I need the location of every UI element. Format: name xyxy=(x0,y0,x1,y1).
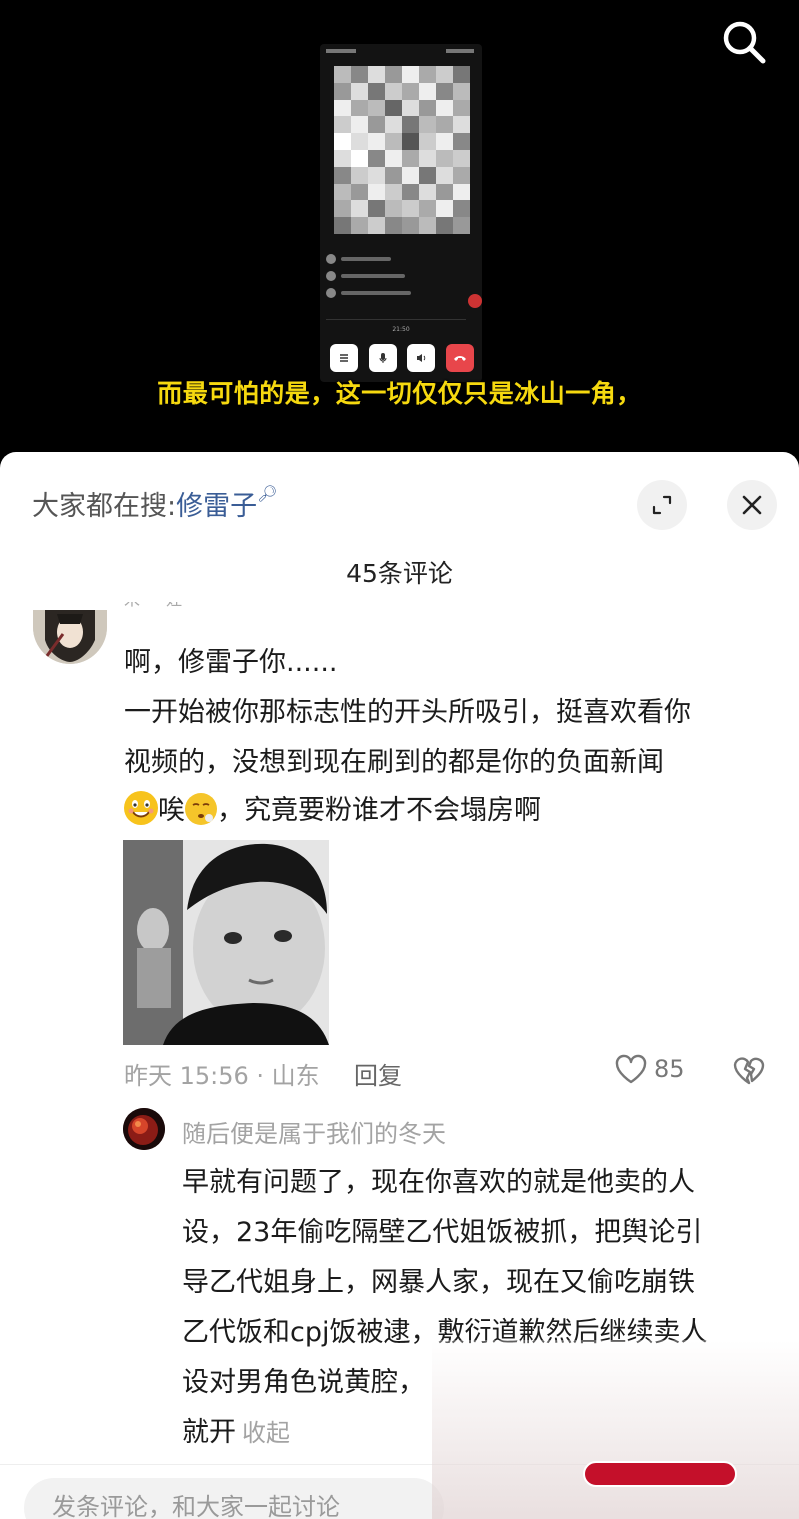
phone-gift-icon xyxy=(468,294,482,308)
like-count: 85 xyxy=(654,1055,685,1083)
microphone-icon xyxy=(368,344,397,372)
reply-author-name[interactable]: 随后便是属于我们的冬天 xyxy=(182,1114,446,1149)
comment-text-line: 一开始被你那标志性的开头所吸引，挺喜欢看你 xyxy=(124,697,691,728)
broken-heart-icon xyxy=(733,1057,765,1085)
trending-search-keyword[interactable]: 修雷子 xyxy=(176,491,257,522)
avatar[interactable] xyxy=(33,610,107,664)
reply-text-line: 早就有问题了，现在你喜欢的就是他卖的人 xyxy=(182,1167,695,1198)
dislike-button[interactable] xyxy=(732,1054,766,1092)
phone-status-bar xyxy=(326,49,474,53)
hang-up-icon xyxy=(445,344,474,372)
heart-icon xyxy=(615,1054,647,1084)
comment-text-line: 视频的，没想到现在刷到的都是你的负面新闻 xyxy=(124,747,664,778)
comment-text-fragment: ，究竟要粉谁才不会塌房啊 xyxy=(217,795,541,826)
comment-text-fragment: 唉 xyxy=(158,795,185,826)
comment-meta: 昨天 15:56 · 山东 回复 85 xyxy=(124,1054,774,1090)
search-icon[interactable] xyxy=(716,14,772,70)
video-player[interactable]: 21:50 而最可怕的是，这一切仅仅只是冰山一角， xyxy=(0,0,799,462)
collapse-button[interactable]: 收起 xyxy=(242,1419,290,1447)
grinning-emoji-icon xyxy=(124,791,158,825)
comment-time-location: 昨天 15:56 · 山东 xyxy=(124,1062,320,1090)
close-icon xyxy=(742,495,762,515)
phone-call-controls xyxy=(330,344,474,372)
speaker-icon xyxy=(407,344,436,372)
menu-icon xyxy=(330,344,358,372)
reply-text-line: 设对男角色说黄腔， xyxy=(182,1367,425,1398)
phone-call-timer: 21:50 xyxy=(392,326,410,333)
video-frame-phone-screenshot: 21:50 xyxy=(320,44,482,382)
reply-avatar[interactable] xyxy=(123,1108,165,1150)
comment-author-name-cut: 米 一 娃 xyxy=(124,602,182,614)
sigh-emoji-icon xyxy=(185,793,217,825)
trending-search[interactable]: 大家都在搜:修雷子🔎︎ xyxy=(32,484,277,523)
reply-text-line: 导乙代姐身上，网暴人家，现在又偷吃崩铁 xyxy=(182,1267,695,1298)
comment-text-line: 啊，修雷子你...... xyxy=(124,647,338,678)
pixelated-video-content xyxy=(334,66,470,234)
phone-chat-messages xyxy=(326,250,476,301)
close-button[interactable] xyxy=(727,480,777,530)
comment-count: 45条评论 xyxy=(346,559,453,588)
expand-icon xyxy=(652,495,672,515)
like-button[interactable]: 85 xyxy=(614,1054,685,1084)
phone-chat-input xyxy=(326,306,466,320)
reply-text-line: 设，23年偷吃隔壁乙代姐饭被抓，把舆论引 xyxy=(182,1217,703,1248)
reply-text-fragment: 就开 xyxy=(182,1417,236,1448)
video-subtitle: 而最可怕的是，这一切仅仅只是冰山一角， xyxy=(157,379,642,408)
comment-text-line: 唉 ，究竟要粉谁才不会塌房啊 xyxy=(124,788,541,827)
comment-image[interactable] xyxy=(123,840,329,1045)
trending-search-label: 大家都在搜: xyxy=(32,491,177,522)
reply-text-line: 就开 收起 xyxy=(182,1410,290,1449)
watermark-logo xyxy=(548,1402,772,1498)
search-small-icon: 🔎︎ xyxy=(257,484,278,503)
reply-button[interactable]: 回复 xyxy=(354,1056,402,1091)
comment-input[interactable]: 发条评论，和大家一起讨论 xyxy=(24,1478,444,1519)
expand-button[interactable] xyxy=(637,480,687,530)
